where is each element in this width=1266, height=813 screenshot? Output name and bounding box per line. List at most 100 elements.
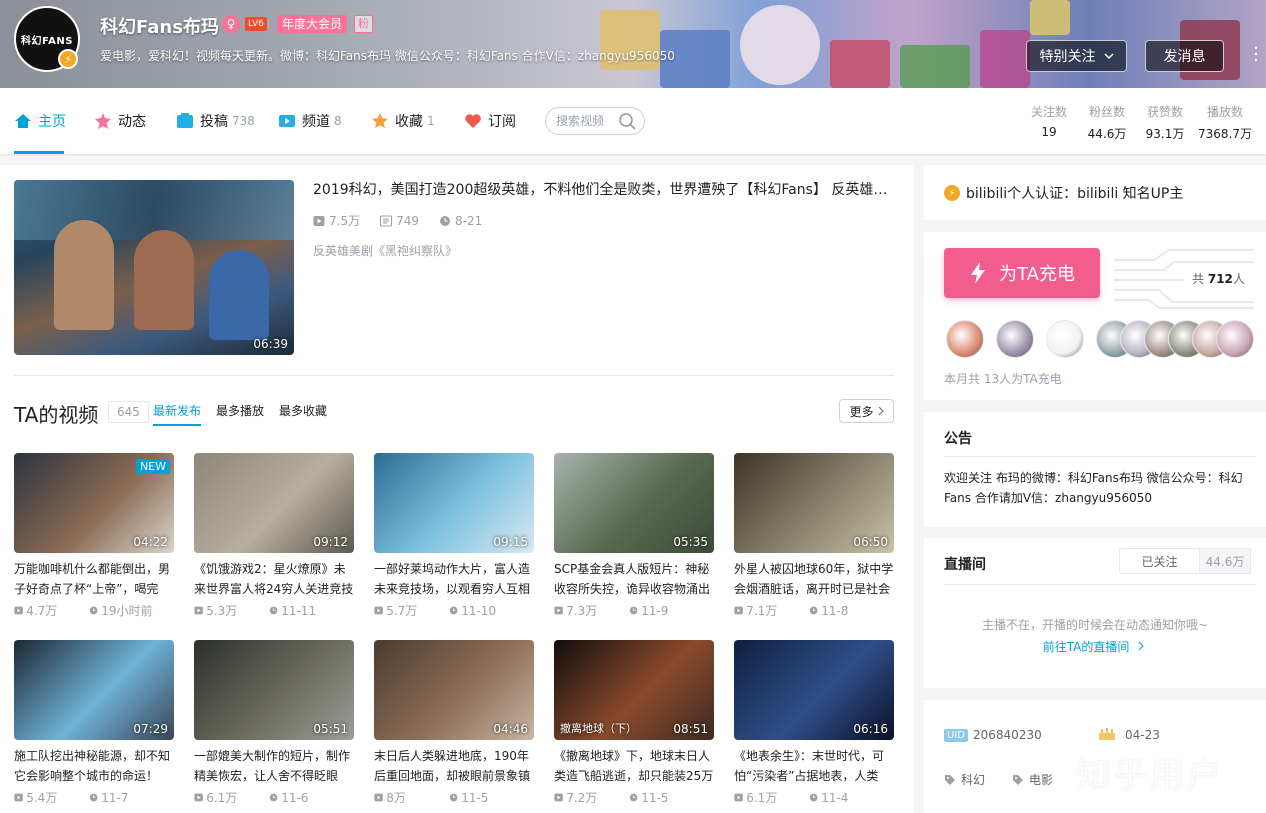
- video-thumbnail[interactable]: 09:12: [194, 453, 354, 553]
- publish-time-value: 11-5: [461, 790, 489, 805]
- tab-home[interactable]: 主页: [14, 88, 66, 154]
- more-videos-button[interactable]: 更多: [839, 399, 894, 423]
- verified-icon: ⚡: [58, 49, 78, 69]
- live-link-label: 前往TA的直播间: [1042, 640, 1130, 654]
- user-tag[interactable]: 电影: [1012, 771, 1053, 788]
- level-badge[interactable]: LV6: [245, 17, 267, 31]
- play-count-value: 7.5万: [329, 214, 361, 228]
- video-thumbnail[interactable]: 撤离地球（下） 08:51: [554, 640, 714, 740]
- tab-dynamic-label: 动态: [118, 114, 146, 130]
- video-thumbnail[interactable]: 05:51: [194, 640, 354, 740]
- publish-time-value: 11-6: [281, 790, 309, 805]
- video-meta: 5.4万 11-7: [14, 789, 174, 806]
- live-follower-count: 44.6万: [1200, 549, 1250, 573]
- tab-subscriptions[interactable]: 订阅: [464, 88, 516, 154]
- username: 科幻Fans布玛: [100, 17, 219, 38]
- play-count-value: 6.1万: [206, 791, 238, 805]
- tab-channels[interactable]: 频道 8: [278, 88, 342, 154]
- publish-time-value: 19小时前: [101, 604, 153, 618]
- supporter-avatar[interactable]: [996, 320, 1034, 358]
- video-duration: 07:29: [133, 722, 168, 736]
- video-meta: 5.3万 11-11: [194, 602, 354, 619]
- video-thumbnail[interactable]: 05:35: [554, 453, 714, 553]
- publish-time: 11-5: [629, 789, 704, 806]
- search-icon[interactable]: [618, 112, 638, 132]
- video-title[interactable]: 《饥饿游戏2：星火燎原》未来世界富人将24穷人关进竞技: [194, 559, 354, 599]
- gender-female-icon: ♀: [222, 15, 240, 33]
- video-card[interactable]: 06:50 外星人被囚地球60年，狱中学会烟酒脏话，离开时已是社会 7.1万 11-8: [734, 453, 894, 619]
- more-menu-icon[interactable]: · · ·: [1250, 40, 1262, 70]
- play-icon: [194, 793, 203, 802]
- clock-icon: [629, 793, 638, 802]
- video-thumbnail[interactable]: 07:29: [14, 640, 174, 740]
- play-count: 8万: [374, 789, 449, 806]
- verification-text: bilibili个人认证：bilibili 知名UP主: [966, 186, 1184, 202]
- video-card[interactable]: 09:12 《饥饿游戏2：星火燎原》未来世界富人将24穷人关进竞技 5.3万 11-1…: [194, 453, 354, 619]
- video-thumbnail[interactable]: 04:46: [374, 640, 534, 740]
- birthday-cake-icon: [1099, 728, 1115, 740]
- video-title[interactable]: SCP基金会真人版短片：神秘收容所失控，诡异收容物涌出: [554, 559, 714, 599]
- channels-count: 8: [334, 114, 342, 128]
- play-count: 7.3万: [554, 602, 629, 619]
- live-follow-button[interactable]: 已关注 44.6万: [1119, 548, 1251, 574]
- stat-following[interactable]: 关注数 19: [1030, 103, 1068, 139]
- video-card[interactable]: NEW 04:22 万能咖啡机什么都能倒出，男子好奇点了杯“上帝”，喝完 4.7万 19…: [14, 453, 174, 619]
- chevron-right-icon: [878, 406, 884, 416]
- featured-video-thumbnail[interactable]: 06:39: [14, 180, 294, 355]
- supporter-avatar[interactable]: [1046, 320, 1084, 358]
- supporter-avatar[interactable]: [946, 320, 984, 358]
- stat-label: 关注数: [1030, 105, 1067, 119]
- video-title[interactable]: 万能咖啡机什么都能倒出，男子好奇点了杯“上帝”，喝完: [14, 559, 174, 599]
- video-card[interactable]: 06:16 《地表余生》：末世时代，可怕“污染者”占据地表，人类 6.1万 11-4: [734, 640, 894, 806]
- tab-favorites[interactable]: 收藏 1: [371, 88, 435, 154]
- banner-art: [980, 30, 1030, 88]
- video-title[interactable]: 《地表余生》：末世时代，可怕“污染者”占据地表，人类: [734, 746, 894, 786]
- tab-dynamic[interactable]: 动态: [94, 88, 146, 154]
- publish-time-value: 11-4: [821, 790, 849, 805]
- fan-badge[interactable]: 粉: [354, 15, 373, 33]
- play-count-value: 7.2万: [566, 791, 598, 805]
- video-card[interactable]: 04:46 末日后人类躲进地底，190年后重回地面，却被眼前景象镇 8万 11-5: [374, 640, 534, 806]
- special-follow-button[interactable]: 特别关注: [1026, 40, 1127, 72]
- live-room-panel: 直播间 已关注 44.6万 主播不在，开播的时候会在动态通知你哦~ 前往TA的直…: [924, 538, 1266, 688]
- supporter-avatar[interactable]: [1216, 320, 1254, 358]
- user-tag[interactable]: 科幻: [944, 771, 985, 788]
- vip-badge[interactable]: 年度大会员: [277, 15, 348, 33]
- notice-title: 公告: [944, 431, 972, 447]
- video-thumbnail[interactable]: NEW 04:22: [14, 453, 174, 553]
- publish-time-value: 11-8: [821, 603, 849, 618]
- thumb-art: [54, 220, 114, 330]
- tab-posts[interactable]: 投稿 738: [176, 88, 255, 154]
- video-title[interactable]: 外星人被囚地球60年，狱中学会烟酒脏话，离开时已是社会: [734, 559, 894, 599]
- clock-icon: [89, 793, 98, 802]
- featured-video-title[interactable]: 2019科幻，美国打造200超级英雄，不料他们全是败类，世界遭殃了【科幻Fans…: [313, 179, 895, 199]
- publish-time: 19小时前: [89, 602, 164, 619]
- featured-video-tag[interactable]: 反英雄美剧《黑袍纠察队》: [313, 242, 457, 259]
- go-to-live-room-link[interactable]: 前往TA的直播间: [924, 638, 1266, 655]
- video-title[interactable]: 施工队挖出神秘能源，却不知它会影响整个城市的命运！: [14, 746, 174, 786]
- stat-value: 93.1万: [1145, 127, 1185, 141]
- heart-icon: [464, 112, 482, 130]
- video-title[interactable]: 《撤离地球》下，地球末日人类造飞船逃逝，却只能装25万: [554, 746, 714, 786]
- thumbnail-caption: 撤离地球（下）: [560, 722, 637, 735]
- video-thumbnail[interactable]: 06:16: [734, 640, 894, 740]
- sort-newest[interactable]: 最新发布: [153, 402, 201, 419]
- video-title[interactable]: 一部好莱坞动作大片，富人造未来竞技场，以观看穷人互相: [374, 559, 534, 599]
- charge-button[interactable]: 为TA充电: [944, 248, 1100, 298]
- stat-followers[interactable]: 粉丝数 44.6万: [1086, 103, 1128, 142]
- stat-likes: 获赞数 93.1万: [1144, 103, 1186, 142]
- sort-most-played[interactable]: 最多播放: [216, 402, 264, 419]
- send-message-button[interactable]: 发消息: [1145, 40, 1224, 72]
- video-thumbnail[interactable]: 06:50: [734, 453, 894, 553]
- video-card[interactable]: 05:35 SCP基金会真人版短片：神秘收容所失控，诡异收容物涌出 7.3万 11-9: [554, 453, 714, 619]
- video-thumbnail[interactable]: 09:15: [374, 453, 534, 553]
- video-card[interactable]: 05:51 一部媲美大制作的短片，制作精美恢宏，让人舍不得眨眼 6.1万 11-6: [194, 640, 354, 806]
- video-title[interactable]: 一部媲美大制作的短片，制作精美恢宏，让人舍不得眨眼: [194, 746, 354, 786]
- publish-time: 11-6: [269, 789, 344, 806]
- video-card[interactable]: 撤离地球（下） 08:51 《撤离地球》下，地球末日人类造飞船逃逝，却只能装25万 7…: [554, 640, 714, 806]
- video-card[interactable]: 09:15 一部好莱坞动作大片，富人造未来竞技场，以观看穷人互相 5.7万 11-10: [374, 453, 534, 619]
- video-card[interactable]: 07:29 施工队挖出神秘能源，却不知它会影响整个城市的命运！ 5.4万 11-7: [14, 640, 174, 806]
- video-title[interactable]: 末日后人类躲进地底，190年后重回地面，却被眼前景象镇: [374, 746, 534, 786]
- sort-most-favorited[interactable]: 最多收藏: [279, 402, 327, 419]
- play-icon: [14, 606, 23, 615]
